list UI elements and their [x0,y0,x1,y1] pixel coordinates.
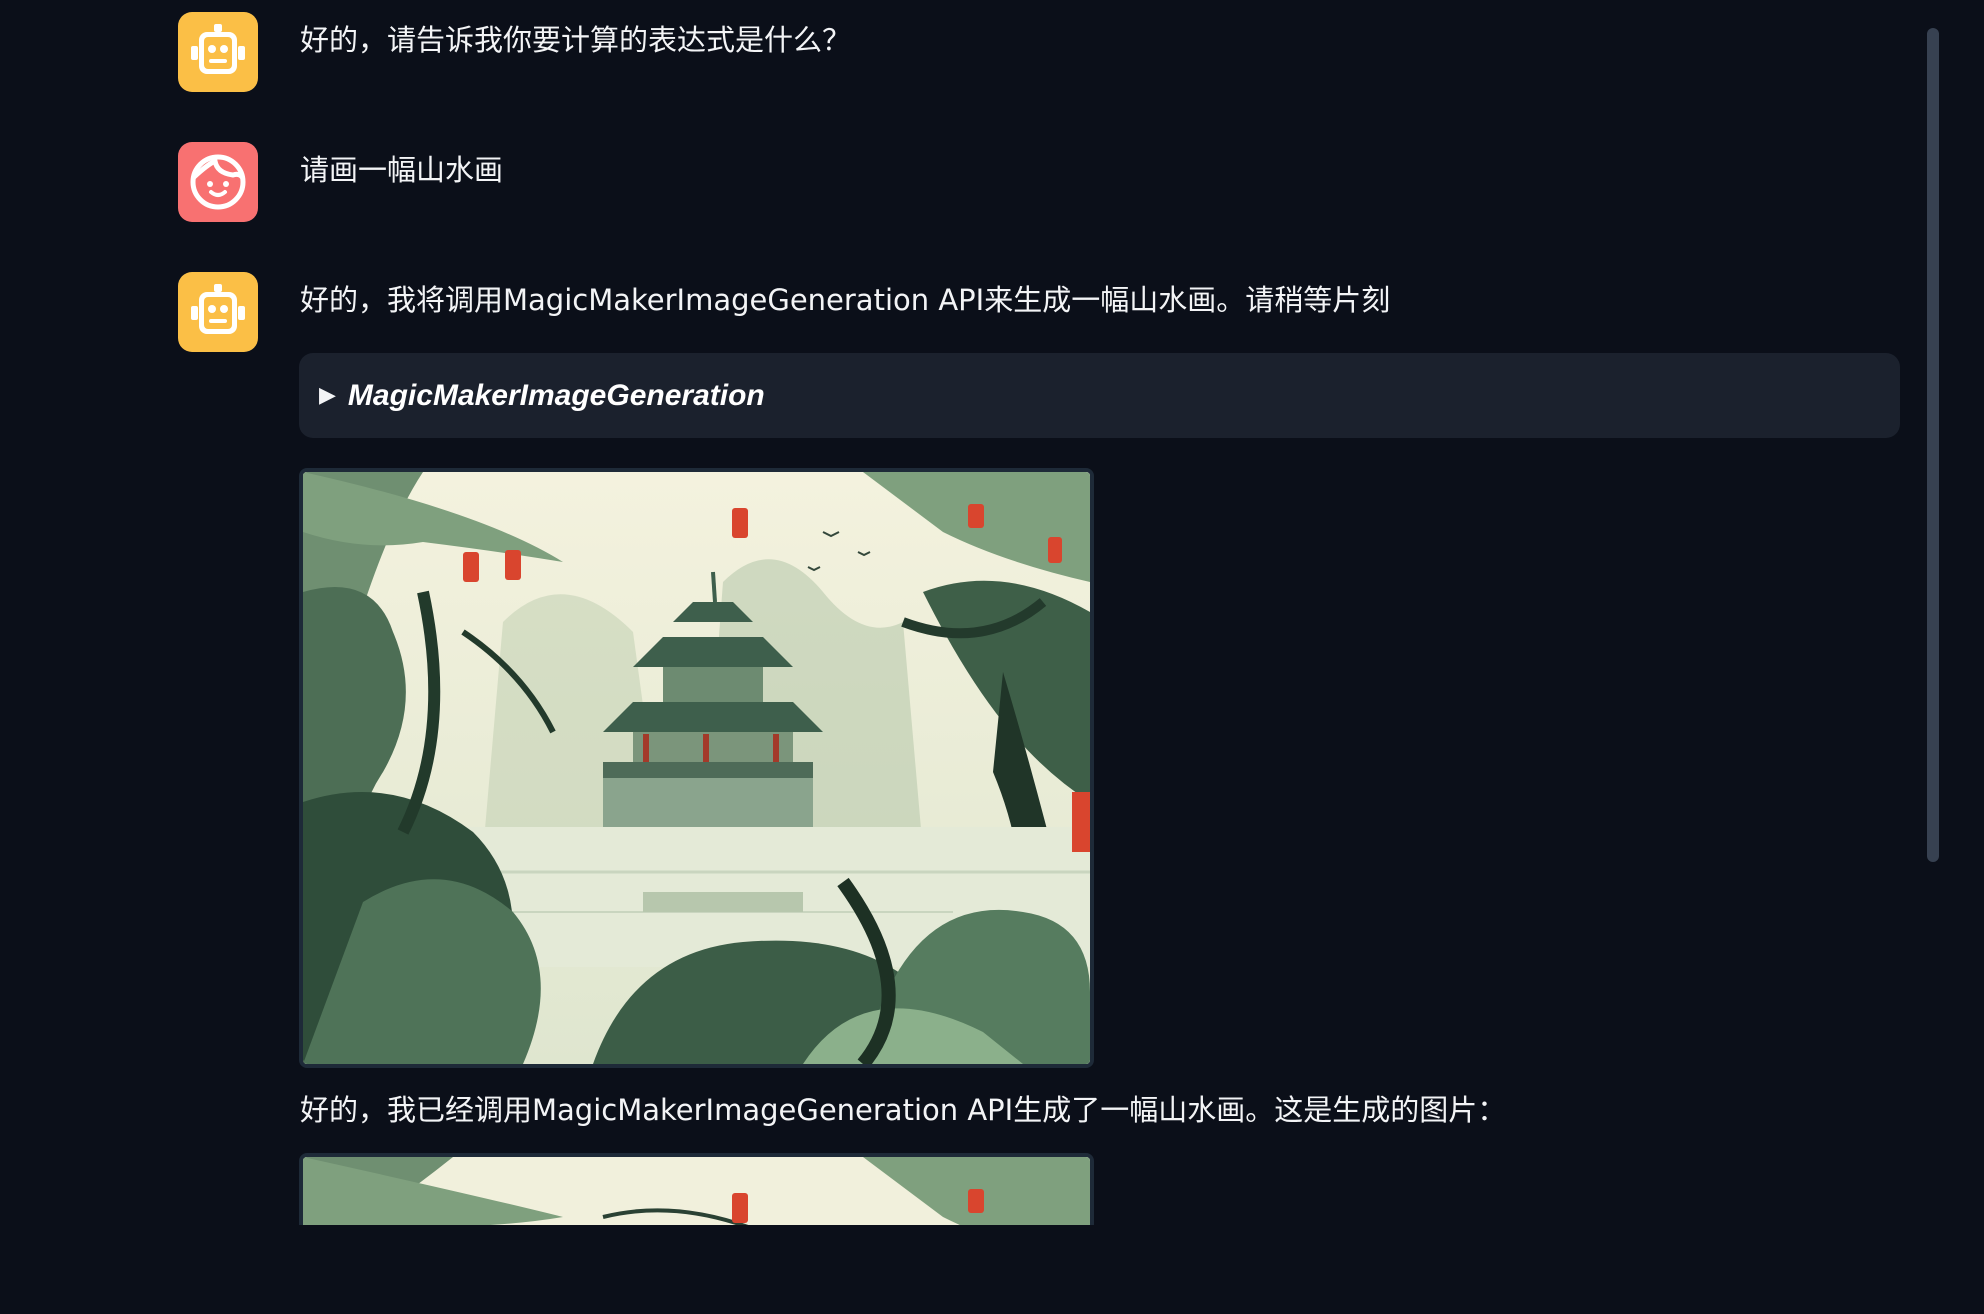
message-text: 好的，我将调用MagicMakerImageGeneration API来生成一… [300,283,1391,317]
robot-icon [191,284,245,334]
message-text: 请画一幅山水画 [300,153,504,187]
scrollbar[interactable] [1927,28,1939,862]
message-text: 好的，我已经调用MagicMakerImageGeneration API生成了… [300,1093,1507,1127]
bot-avatar [178,12,258,92]
tool-call-toggle[interactable]: ▶ MagicMakerImageGeneration [299,353,1900,438]
user-avatar [178,142,258,222]
robot-icon [191,24,245,74]
chat-area: 好的，请告诉我你要计算的表达式是什么？ 请画一幅山水画 好的，我将调用Magic… [0,0,1984,1225]
bot-avatar [178,272,258,352]
face-icon [190,154,246,210]
tool-call-name: MagicMakerImageGeneration [347,378,765,412]
message-text: 好的，请告诉我你要计算的表达式是什么？ [300,23,852,57]
triangle-right-icon[interactable]: ▶ [319,383,336,408]
landscape-painting [303,472,1090,1064]
landscape-painting [303,1157,1090,1225]
generated-image [299,468,1094,1068]
generated-image [299,1153,1094,1225]
